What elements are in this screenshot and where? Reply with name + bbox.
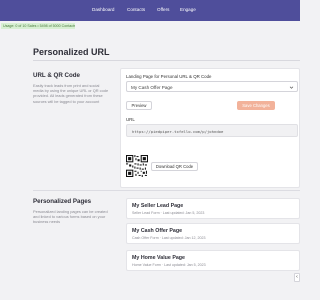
page-card-home-value[interactable]: My Home Value Page Home Value Form · Las…	[126, 250, 300, 271]
download-qr-button[interactable]: Download QR Code	[151, 162, 198, 171]
landing-page-label: Landing Page for Personal URL & QR Code	[126, 74, 212, 79]
nav-contacts[interactable]: Contacts	[127, 7, 145, 12]
landing-page-select-value: My Cash Offer Page	[131, 85, 173, 90]
url-field[interactable]: https://piedpiper.txfello.com/p/johndoe	[126, 124, 298, 137]
page-card-title: My Cash Offer Page	[132, 228, 183, 234]
save-changes-button[interactable]: Save Changes	[237, 101, 275, 110]
qr-code-icon	[126, 155, 148, 177]
url-label: URL	[126, 117, 135, 122]
page-card-meta: Home Value Form · Last updated: Jan 5, 2…	[132, 263, 206, 267]
title-divider	[33, 60, 300, 61]
page-card-cash-offer[interactable]: My Cash Offer Page Cash Offer Form · Las…	[126, 223, 300, 244]
section-divider	[33, 190, 300, 191]
scroll-control[interactable]: ‹	[294, 273, 300, 282]
page-card-meta: Seller Lead Form · Last updated: Jan 5, …	[132, 211, 205, 215]
landing-page-select[interactable]: My Cash Offer Page	[126, 81, 298, 92]
page-card-title: My Home Value Page	[132, 255, 185, 261]
preview-button[interactable]: Preview	[126, 101, 152, 110]
page-card-title: My Seller Lead Page	[132, 203, 184, 209]
page-title: Personalized URL	[33, 47, 110, 57]
url-section-title: URL & QR Code	[33, 72, 80, 79]
url-section-description: Easily track leads from print and social…	[33, 83, 109, 104]
usage-badge: Usage: 0 of 10 Sales • 5498 of 5000 Cont…	[1, 23, 75, 29]
nav-offers[interactable]: Offers	[157, 7, 169, 12]
chevron-down-icon	[289, 86, 294, 89]
page-card-meta: Cash Offer Form · Last updated: Jan 12, …	[132, 236, 206, 240]
nav-engage[interactable]: Engage	[180, 7, 196, 12]
url-value: https://piedpiper.txfello.com/p/johndoe	[132, 129, 224, 134]
page-card-seller-lead[interactable]: My Seller Lead Page Seller Lead Form · L…	[126, 198, 300, 219]
pages-section-description: Personalized landing pages can be create…	[33, 209, 108, 225]
pages-section-title: Personalized Pages	[33, 198, 92, 205]
nav-dashboard[interactable]: Dashboard	[92, 7, 114, 12]
top-nav-bar: Dashboard Contacts Offers Engage	[0, 0, 300, 21]
